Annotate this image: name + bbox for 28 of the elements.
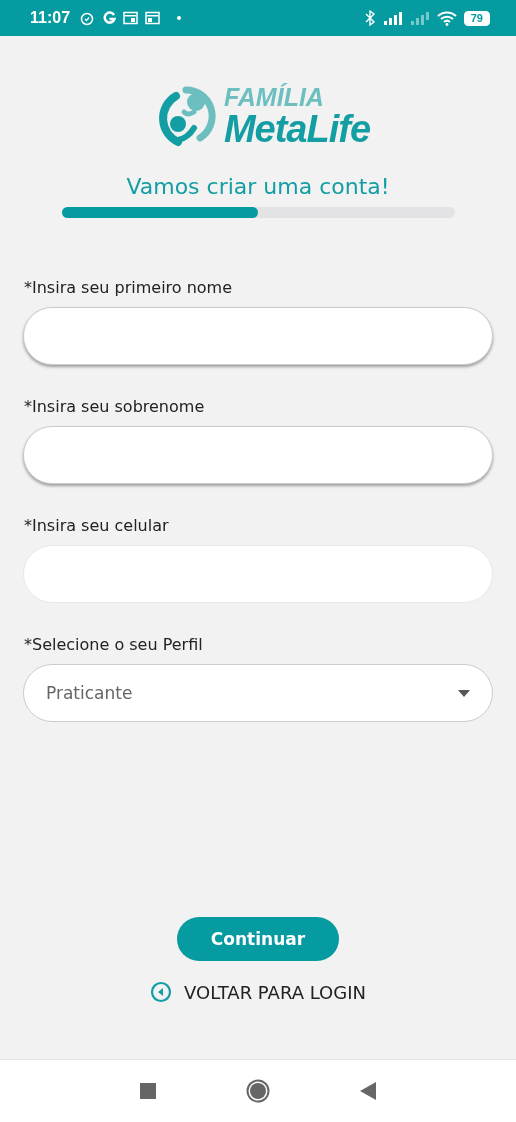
window-icon <box>145 11 161 25</box>
dropdown-caret-icon <box>458 689 470 697</box>
alarm-icon <box>79 10 96 26</box>
signal-icon <box>409 11 430 25</box>
wifi-icon <box>436 10 457 26</box>
logo-text: FAMÍLIA <box>223 84 325 110</box>
field-label: *Insira seu sobrenome <box>24 397 206 416</box>
continue-button[interactable]: Continuar <box>177 917 339 961</box>
back-to-login-link[interactable]: VOLTAR PARA LOGIN <box>150 981 366 1003</box>
field-label: *Selecione o seu Perfil <box>24 635 204 654</box>
battery-indicator: 79 <box>463 10 490 26</box>
input-field[interactable] <box>23 426 493 484</box>
field-label: *Insira seu celular <box>24 516 170 535</box>
input-field[interactable] <box>23 307 493 365</box>
dropdown-field[interactable]: Praticante <box>23 664 493 722</box>
back-circle-icon <box>150 981 172 1003</box>
g-icon <box>102 10 117 26</box>
page-title: Vamos criar uma conta! <box>126 174 390 199</box>
field-label: *Insira seu primeiro nome <box>24 278 234 297</box>
dot-icon <box>177 16 182 20</box>
home-button[interactable] <box>246 1079 270 1103</box>
recents-button[interactable] <box>140 1083 156 1099</box>
back-button[interactable] <box>360 1082 376 1100</box>
clock-time: 11:07 <box>30 9 71 27</box>
logo-text: MetaLife <box>223 109 371 148</box>
bluetooth-icon <box>363 10 376 26</box>
signal-icon <box>382 11 403 25</box>
window-icon <box>123 11 139 25</box>
